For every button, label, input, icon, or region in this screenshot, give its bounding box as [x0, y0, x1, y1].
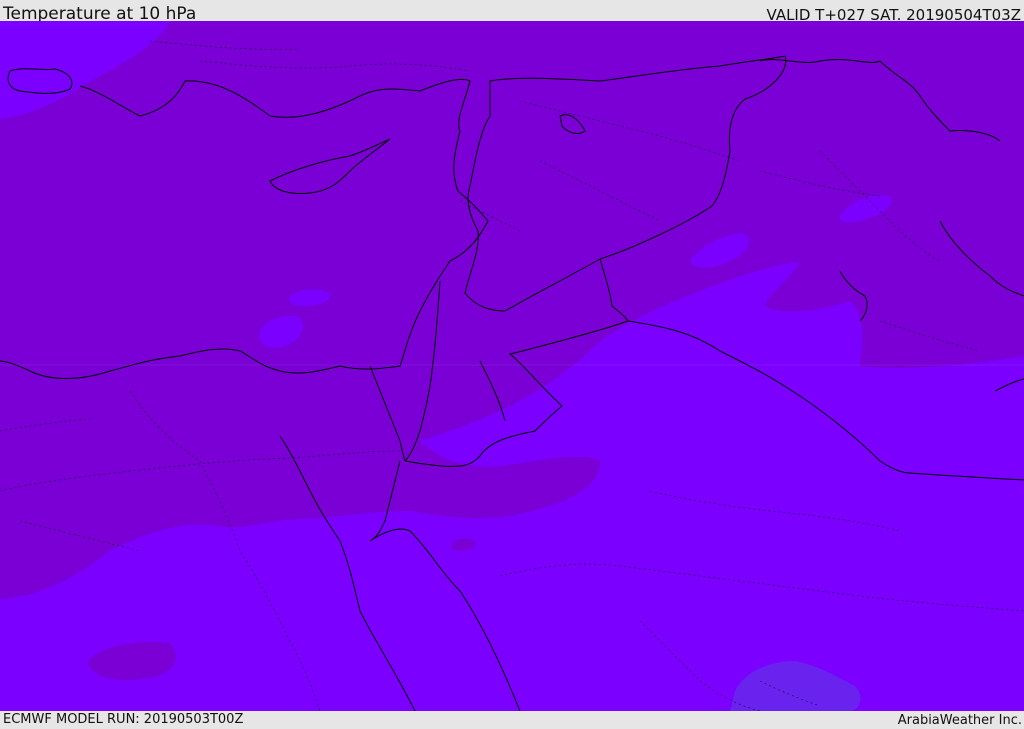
model-run-label: ECMWF MODEL RUN: 20190503T00Z: [3, 712, 244, 727]
map-footer: ECMWF MODEL RUN: 20190503T00Z ArabiaWeat…: [0, 711, 1024, 729]
temperature-map: [0, 21, 1024, 711]
map-header: Temperature at 10 hPa VALID T+027 SAT. 2…: [0, 0, 1024, 24]
credit-label: ArabiaWeather Inc.: [897, 713, 1022, 728]
